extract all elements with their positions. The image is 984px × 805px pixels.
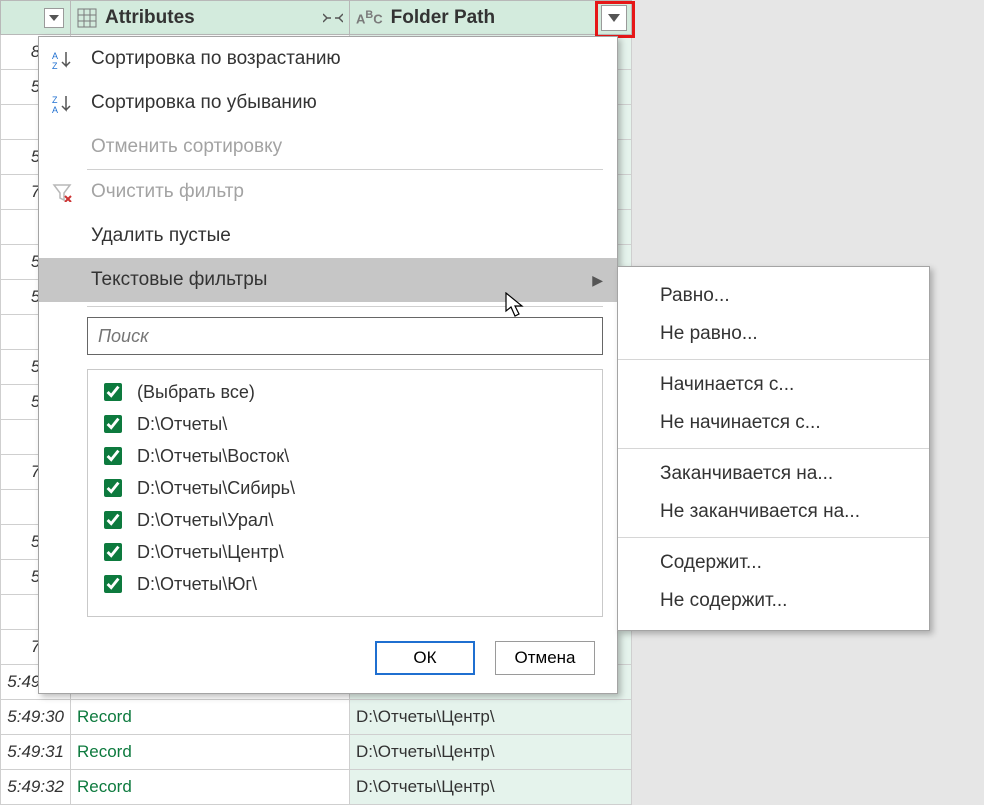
dialog-buttons: ОК Отмена bbox=[39, 623, 617, 693]
menu-label: Отменить сортировку bbox=[91, 136, 282, 158]
filter-not-ends-with[interactable]: Не заканчивается на... bbox=[618, 493, 929, 531]
menu-label: Сортировка по возрастанию bbox=[91, 48, 341, 70]
column-filter-dropdown[interactable] bbox=[601, 5, 627, 31]
filter-value-item[interactable]: (Выбрать все) bbox=[88, 376, 602, 408]
cell-attributes: Record bbox=[71, 735, 350, 770]
row-selector-dropdown[interactable] bbox=[44, 8, 64, 28]
chevron-down-icon bbox=[49, 15, 59, 21]
filter-checkbox[interactable] bbox=[104, 447, 122, 465]
filter-ends-with[interactable]: Заканчивается на... bbox=[618, 455, 929, 493]
submenu-arrow-icon: ▶ bbox=[592, 272, 603, 289]
filter-equals[interactable]: Равно... bbox=[618, 277, 929, 315]
cell-time: 5:49:30 bbox=[0, 700, 71, 735]
table-row[interactable]: 5:49:32RecordD:\Отчеты\Центр\ bbox=[0, 770, 984, 805]
filter-checkbox[interactable] bbox=[104, 479, 122, 497]
sort-descending-item[interactable]: ZA Сортировка по убыванию bbox=[39, 81, 617, 125]
filter-value-item[interactable]: D:\Отчеты\Сибирь\ bbox=[88, 472, 602, 504]
filter-value-label: (Выбрать все) bbox=[137, 382, 255, 403]
filter-contains[interactable]: Содержит... bbox=[618, 544, 929, 582]
cell-folder-path: D:\Отчеты\Центр\ bbox=[350, 770, 632, 805]
svg-text:A: A bbox=[52, 105, 58, 113]
filter-value-label: D:\Отчеты\ bbox=[137, 414, 227, 435]
expand-icon bbox=[323, 10, 343, 26]
filter-begins-with[interactable]: Начинается с... bbox=[618, 366, 929, 404]
chevron-down-icon bbox=[608, 14, 620, 22]
sort-ascending-item[interactable]: AZ Сортировка по возрастанию bbox=[39, 37, 617, 81]
separator bbox=[618, 359, 929, 360]
header-stub bbox=[0, 0, 71, 35]
filter-value-list[interactable]: (Выбрать все) D:\Отчеты\ D:\Отчеты\Восток\… bbox=[87, 369, 603, 617]
column-label: Folder Path bbox=[391, 7, 496, 29]
cell-time: 5:49:32 bbox=[0, 770, 71, 805]
menu-label: Сортировка по убыванию bbox=[91, 92, 317, 114]
ok-button[interactable]: ОК bbox=[375, 641, 475, 675]
filter-search-input[interactable] bbox=[87, 317, 603, 355]
column-header-attributes[interactable]: Attributes bbox=[71, 0, 350, 35]
cancel-button[interactable]: Отмена bbox=[495, 641, 595, 675]
clear-filter-icon bbox=[47, 182, 77, 202]
filter-value-item[interactable]: D:\Отчеты\Юг\ bbox=[88, 568, 602, 600]
text-filters-submenu: Равно... Не равно... Начинается с... Не … bbox=[617, 266, 930, 631]
cell-folder-path: D:\Отчеты\Центр\ bbox=[350, 700, 632, 735]
table-row[interactable]: 5:49:31RecordD:\Отчеты\Центр\ bbox=[0, 735, 984, 770]
column-label: Attributes bbox=[105, 7, 195, 29]
filter-checkbox[interactable] bbox=[104, 575, 122, 593]
svg-text:Z: Z bbox=[52, 95, 58, 105]
separator bbox=[618, 537, 929, 538]
filter-not-contains[interactable]: Не содержит... bbox=[618, 582, 929, 620]
filter-not-equals[interactable]: Не равно... bbox=[618, 315, 929, 353]
filter-value-label: D:\Отчеты\Восток\ bbox=[137, 446, 289, 467]
filter-checkbox[interactable] bbox=[104, 415, 122, 433]
filter-checkbox[interactable] bbox=[104, 543, 122, 561]
filter-value-item[interactable]: D:\Отчеты\Центр\ bbox=[88, 536, 602, 568]
separator bbox=[618, 448, 929, 449]
filter-checkbox[interactable] bbox=[104, 511, 122, 529]
table-row[interactable]: 5:49:30RecordD:\Отчеты\Центр\ bbox=[0, 700, 984, 735]
clear-sort-item: Отменить сортировку bbox=[39, 125, 617, 169]
filter-value-label: D:\Отчеты\Сибирь\ bbox=[137, 478, 295, 499]
expand-column-button[interactable] bbox=[323, 8, 343, 28]
filter-dropdown-panel: AZ Сортировка по возрастанию ZA Сортиров… bbox=[38, 36, 618, 694]
text-filters-item[interactable]: Текстовые фильтры ▶ bbox=[39, 258, 617, 302]
sort-asc-icon: AZ bbox=[47, 49, 77, 69]
filter-value-label: D:\Отчеты\Центр\ bbox=[137, 542, 284, 563]
filter-checkbox[interactable] bbox=[104, 383, 122, 401]
svg-text:A: A bbox=[52, 51, 58, 61]
menu-label: Очистить фильтр bbox=[91, 181, 244, 203]
abc-type-icon: ABC bbox=[356, 9, 383, 26]
cell-attributes: Record bbox=[71, 770, 350, 805]
menu-label: Удалить пустые bbox=[91, 225, 231, 247]
filter-value-label: D:\Отчеты\Юг\ bbox=[137, 574, 257, 595]
search-wrap bbox=[39, 307, 617, 365]
filter-value-item[interactable]: D:\Отчеты\Урал\ bbox=[88, 504, 602, 536]
clear-filter-item: Очистить фильтр bbox=[39, 170, 617, 214]
menu-label: Текстовые фильтры bbox=[91, 269, 267, 291]
svg-text:Z: Z bbox=[52, 61, 58, 69]
filter-value-label: D:\Отчеты\Урал\ bbox=[137, 510, 273, 531]
cell-folder-path: D:\Отчеты\Центр\ bbox=[350, 735, 632, 770]
sort-desc-icon: ZA bbox=[47, 93, 77, 113]
filter-not-begins-with[interactable]: Не начинается с... bbox=[618, 404, 929, 442]
remove-empty-item[interactable]: Удалить пустые bbox=[39, 214, 617, 258]
column-header-folder-path[interactable]: ABC Folder Path bbox=[350, 0, 632, 35]
filter-value-item[interactable]: D:\Отчеты\ bbox=[88, 408, 602, 440]
table-icon bbox=[77, 8, 97, 28]
cell-time: 5:49:31 bbox=[0, 735, 71, 770]
cell-attributes: Record bbox=[71, 700, 350, 735]
filter-value-item[interactable]: D:\Отчеты\Восток\ bbox=[88, 440, 602, 472]
column-header-row: Attributes ABC Folder Path bbox=[0, 0, 984, 35]
